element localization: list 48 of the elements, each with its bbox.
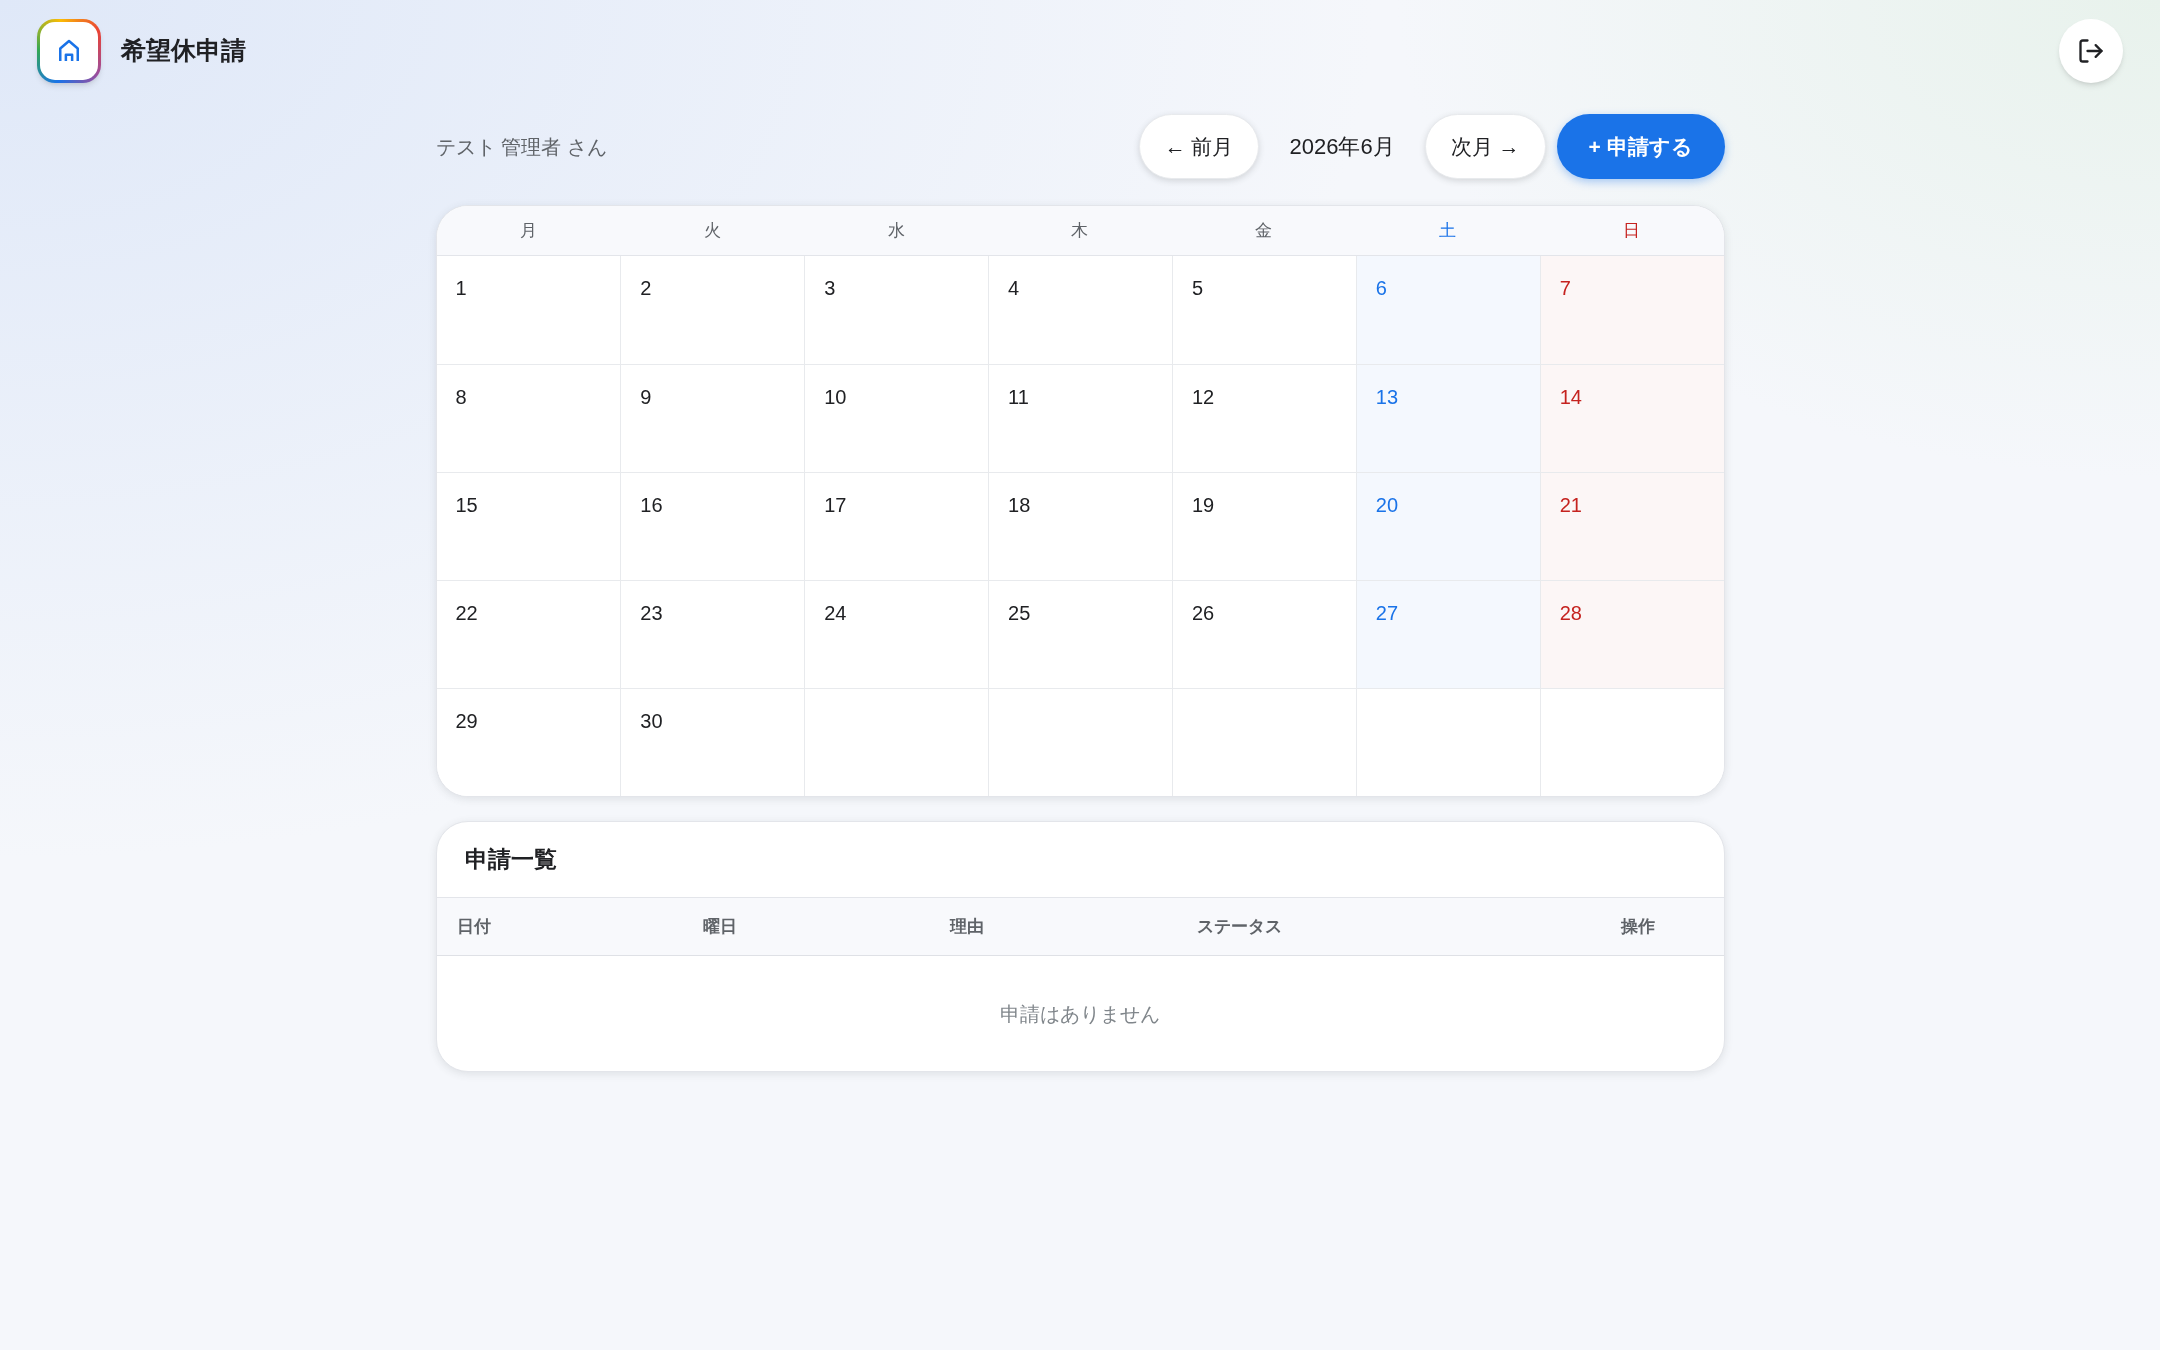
weekday-label: 金 bbox=[1255, 219, 1273, 242]
next-month-button[interactable]: 次月 → bbox=[1424, 114, 1546, 179]
house-logo-icon bbox=[37, 19, 101, 83]
current-month: 2026年6月 bbox=[1288, 133, 1396, 161]
calendar-day-cell[interactable]: 21 bbox=[1539, 472, 1724, 580]
previous-month-button[interactable]: ← 前月 bbox=[1138, 114, 1260, 179]
column-header: 操作 bbox=[1620, 915, 1655, 938]
calendar-day-cell[interactable]: 10 bbox=[804, 364, 989, 472]
calendar-day-cell[interactable]: 16 bbox=[620, 472, 805, 580]
calendar-day-cell[interactable]: 19 bbox=[1171, 472, 1356, 580]
requests-title: 申請一覧 bbox=[464, 845, 557, 875]
calendar-day-cell[interactable]: 30 bbox=[620, 688, 805, 796]
app-title: 希望休申請 bbox=[121, 35, 246, 67]
column-header: 曜日 bbox=[702, 915, 737, 938]
apply-button[interactable]: + 申請する bbox=[1556, 114, 1725, 179]
column-header: 日付 bbox=[456, 915, 491, 938]
weekday-label: 土 bbox=[1439, 219, 1457, 242]
logout-button[interactable] bbox=[2059, 19, 2123, 83]
weekday-label: 木 bbox=[1071, 219, 1089, 242]
calendar-day-cell[interactable]: 18 bbox=[988, 472, 1172, 580]
calendar-day-cell[interactable]: 9 bbox=[620, 364, 805, 472]
logout-icon bbox=[2077, 37, 2105, 65]
calendar-day-cell[interactable]: 28 bbox=[1539, 580, 1724, 688]
calendar-day-cell[interactable]: 8 bbox=[436, 364, 621, 472]
weekday-label: 火 bbox=[703, 219, 721, 242]
weekday-label: 日 bbox=[1623, 219, 1641, 242]
calendar-day-cell[interactable]: 25 bbox=[988, 580, 1172, 688]
calendar-day-cell[interactable]: 23 bbox=[620, 580, 805, 688]
calendar-day-cell[interactable]: 14 bbox=[1539, 364, 1724, 472]
calendar-day-cell[interactable]: 6 bbox=[1355, 256, 1540, 364]
calendar-day-cell[interactable]: 17 bbox=[804, 472, 989, 580]
weekday-label: 水 bbox=[887, 219, 905, 242]
calendar-day-cell[interactable]: 20 bbox=[1355, 472, 1540, 580]
calendar-day-cell[interactable]: 24 bbox=[804, 580, 989, 688]
user-name: テスト 管理者 さん bbox=[435, 134, 607, 160]
calendar-day-cell[interactable]: 29 bbox=[436, 688, 621, 796]
column-header: ステータス bbox=[1196, 915, 1282, 938]
calendar-day-cell[interactable]: 26 bbox=[1171, 580, 1356, 688]
calendar-day-cell[interactable]: 12 bbox=[1171, 364, 1356, 472]
weekday-label: 月 bbox=[519, 219, 537, 242]
calendar-day-cell[interactable]: 22 bbox=[436, 580, 621, 688]
empty-message: 申請はありません bbox=[1000, 1001, 1160, 1027]
calendar-day-cell[interactable]: 27 bbox=[1355, 580, 1540, 688]
calendar-day-cell[interactable]: 15 bbox=[436, 472, 621, 580]
calendar-day-cell[interactable]: 11 bbox=[988, 364, 1172, 472]
calendar-day-cell[interactable]: 13 bbox=[1355, 364, 1540, 472]
calendar-day-cell[interactable]: 7 bbox=[1539, 256, 1724, 364]
column-header: 理由 bbox=[949, 915, 984, 938]
